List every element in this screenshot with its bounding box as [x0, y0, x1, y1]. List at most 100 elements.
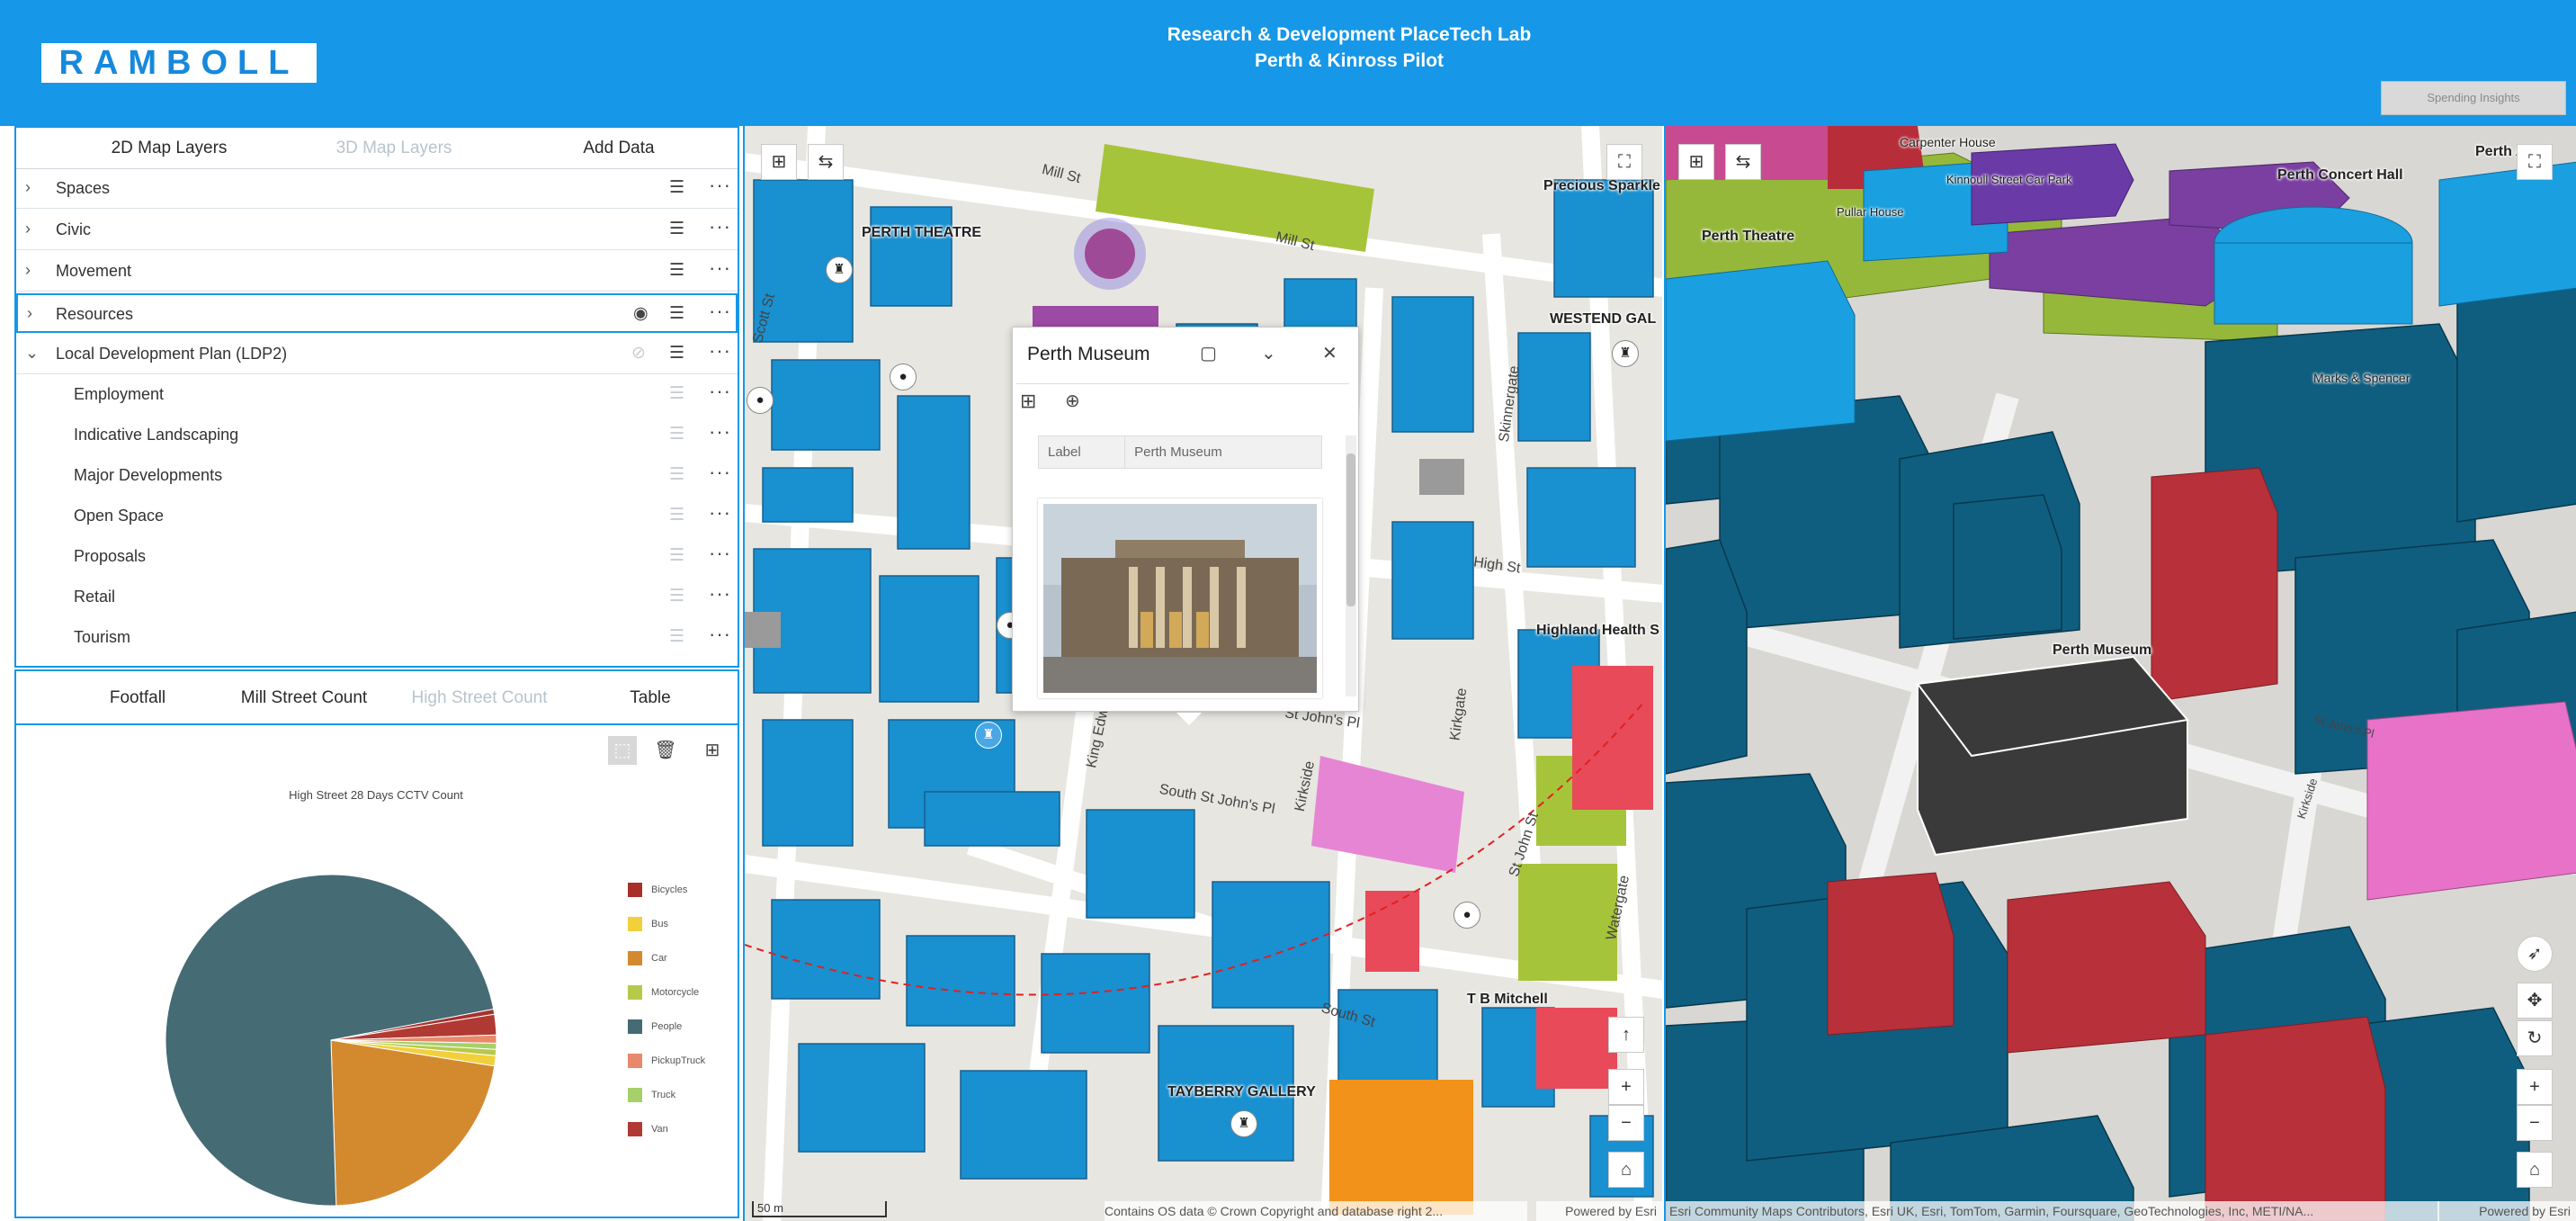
map-label-kinnoull-car-park: Kinnoull Street Car Park	[1946, 173, 2072, 186]
sublayer-open-space[interactable]: Open Space ☰ ···	[16, 497, 738, 536]
sublayer-major-developments[interactable]: Major Developments ☰ ···	[16, 456, 738, 496]
home-icon[interactable]: ⌂	[2517, 1152, 2553, 1188]
more-dots-icon[interactable]: ···	[709, 339, 731, 363]
field-value: Perth Museum	[1124, 435, 1322, 469]
grid-icon[interactable]: ⊞	[698, 736, 727, 765]
sublayer-indicative-landscaping[interactable]: Indicative Landscaping ☰ ···	[16, 416, 738, 455]
legend-swatch	[628, 1088, 642, 1102]
collapse-icon[interactable]: ⌄	[1261, 342, 1276, 364]
tab-mill-street-count[interactable]: Mill Street Count	[205, 671, 403, 725]
legend-list-icon[interactable]: ☰	[669, 545, 684, 566]
tab-high-street-count[interactable]: High Street Count	[376, 671, 583, 725]
map-label-precious-sparkle: Precious Sparkle	[1543, 178, 1660, 193]
layer-label: Local Development Plan (LDP2)	[56, 345, 288, 363]
chevron-right-icon[interactable]: ›	[25, 220, 31, 238]
rotate-icon[interactable]: ↻	[2517, 1020, 2553, 1056]
layer-group-civic[interactable]: › Civic ☰ ···	[16, 211, 738, 250]
sublayer-employment[interactable]: Employment ☰ ···	[16, 375, 738, 415]
legend-list-icon[interactable]: ☰	[669, 343, 684, 364]
legend-label: Motorcycle	[651, 987, 700, 998]
more-dots-icon[interactable]: ···	[709, 542, 731, 565]
chevron-right-icon[interactable]: ›	[25, 178, 31, 197]
tab-footfall[interactable]: Footfall	[52, 671, 223, 725]
chart-panel: Footfall Mill Street Count High Street C…	[14, 669, 739, 1218]
chevron-right-icon[interactable]: ›	[25, 261, 31, 280]
grid-icon[interactable]: ⊞	[1678, 144, 1714, 180]
sublayer-retail[interactable]: Retail ☰ ···	[16, 578, 738, 617]
gallery-icon[interactable]: ♜	[1230, 1110, 1257, 1137]
more-dots-icon[interactable]: ···	[709, 582, 731, 606]
layer-group-movement[interactable]: › Movement ☰ ···	[16, 252, 738, 292]
compass-icon[interactable]: ↑	[1608, 1017, 1644, 1053]
tab-3d-map-layers[interactable]: 3D Map Layers	[277, 128, 511, 169]
legend-list-icon[interactable]: ☰	[669, 260, 684, 281]
theatre-icon[interactable]: ♜	[826, 256, 853, 283]
grid-icon[interactable]: ⊞	[1020, 390, 1036, 413]
spending-insights-button[interactable]: Spending Insights	[2381, 81, 2566, 115]
shop-icon[interactable]: ●	[890, 364, 917, 391]
legend-list-icon[interactable]: ☰	[669, 505, 684, 525]
gallery-icon[interactable]: ♜	[1612, 340, 1639, 367]
sublayer-label: Indicative Landscaping	[74, 426, 239, 444]
dock-icon[interactable]: ▢	[1200, 342, 1217, 364]
more-dots-icon[interactable]: ···	[709, 300, 731, 323]
swap-view-icon[interactable]: ⇆	[808, 144, 844, 180]
layer-group-resources[interactable]: › Resources ◉ ☰ ···	[16, 293, 738, 333]
clear-selection-icon[interactable]: 🗑	[651, 736, 680, 765]
compass-icon[interactable]: ➶	[2517, 936, 2553, 972]
legend-list-icon[interactable]: ☰	[669, 424, 684, 444]
close-icon[interactable]: ✕	[1322, 342, 1337, 364]
home-icon[interactable]: ⌂	[1608, 1152, 1644, 1188]
pan-icon[interactable]: ✥	[2517, 983, 2553, 1019]
popup-scroll-thumb[interactable]	[1346, 453, 1355, 606]
legend-list-icon[interactable]: ☰	[669, 177, 684, 198]
map-attribution-3d: Esri Community Maps Contributors, Esri U…	[1666, 1201, 2439, 1221]
camera-icon[interactable]: ●	[747, 387, 774, 414]
chevron-right-icon[interactable]: ›	[27, 304, 32, 323]
legend-list-icon[interactable]: ☰	[669, 464, 684, 485]
map-3d-scene[interactable]: Carpenter House Kinnoull Street Car Park…	[1664, 126, 2576, 1221]
more-dots-icon[interactable]: ···	[709, 380, 731, 403]
chevron-down-icon[interactable]: ⌄	[25, 344, 39, 363]
eye-icon[interactable]: ◉	[633, 303, 648, 324]
legend-list-icon[interactable]: ☰	[669, 303, 684, 324]
zoom-in-icon[interactable]: +	[1608, 1069, 1644, 1105]
legend-list-icon[interactable]: ☰	[669, 586, 684, 606]
more-dots-icon[interactable]: ···	[709, 623, 731, 646]
sublayer-tourism[interactable]: Tourism ☰ ···	[16, 618, 738, 658]
more-dots-icon[interactable]: ···	[709, 461, 731, 484]
grid-icon[interactable]: ⊞	[761, 144, 797, 180]
legend-list-icon[interactable]: ☰	[669, 219, 684, 239]
selection-icon[interactable]: ⬚	[608, 736, 637, 765]
swap-view-icon[interactable]: ⇆	[1725, 144, 1761, 180]
sublayer-label: Employment	[74, 385, 165, 403]
legend-list-icon[interactable]: ☰	[669, 383, 684, 404]
more-dots-icon[interactable]: ···	[709, 501, 731, 525]
fullscreen-icon[interactable]: ⛶	[1606, 144, 1642, 180]
shop-icon[interactable]: ●	[1453, 902, 1480, 929]
eye-off-icon[interactable]: ⊘	[631, 343, 646, 364]
more-dots-icon[interactable]: ···	[709, 215, 731, 238]
tab-add-data[interactable]: Add Data	[502, 128, 736, 169]
more-dots-icon[interactable]: ···	[709, 174, 731, 197]
ramboll-logo: RAMBOLL	[41, 43, 317, 83]
zoom-in-icon[interactable]: +	[2517, 1069, 2553, 1105]
layer-label: Civic	[56, 220, 91, 238]
more-dots-icon[interactable]: ···	[709, 256, 731, 280]
fullscreen-icon[interactable]: ⛶	[2517, 144, 2553, 180]
layer-group-spaces[interactable]: › Spaces ☰ ···	[16, 169, 738, 209]
sublayer-proposals[interactable]: Proposals ☰ ···	[16, 537, 738, 577]
tab-table[interactable]: Table	[565, 671, 736, 725]
feature-popup[interactable]: Perth Museum ▢ ⌄ ✕ ⊞ ⊕ Label Perth Museu…	[1012, 327, 1359, 712]
selected-feature-marker[interactable]: ♜	[975, 722, 1002, 749]
layer-group-ldp2[interactable]: ⌄ Local Development Plan (LDP2) ⊘ ☰ ···	[16, 335, 738, 374]
popup-attributes-table: Label Perth Museum	[1037, 435, 1322, 469]
zoom-to-icon[interactable]: ⊕	[1065, 390, 1080, 412]
more-dots-icon[interactable]: ···	[709, 420, 731, 444]
legend-list-icon[interactable]: ☰	[669, 626, 684, 647]
popup-toolbar: ⊞ ⊕	[1016, 383, 1349, 419]
zoom-out-icon[interactable]: −	[1608, 1105, 1644, 1141]
pie-slice-car[interactable]	[330, 1039, 496, 1207]
tab-2d-map-layers[interactable]: 2D Map Layers	[52, 128, 286, 169]
zoom-out-icon[interactable]: −	[2517, 1105, 2553, 1141]
